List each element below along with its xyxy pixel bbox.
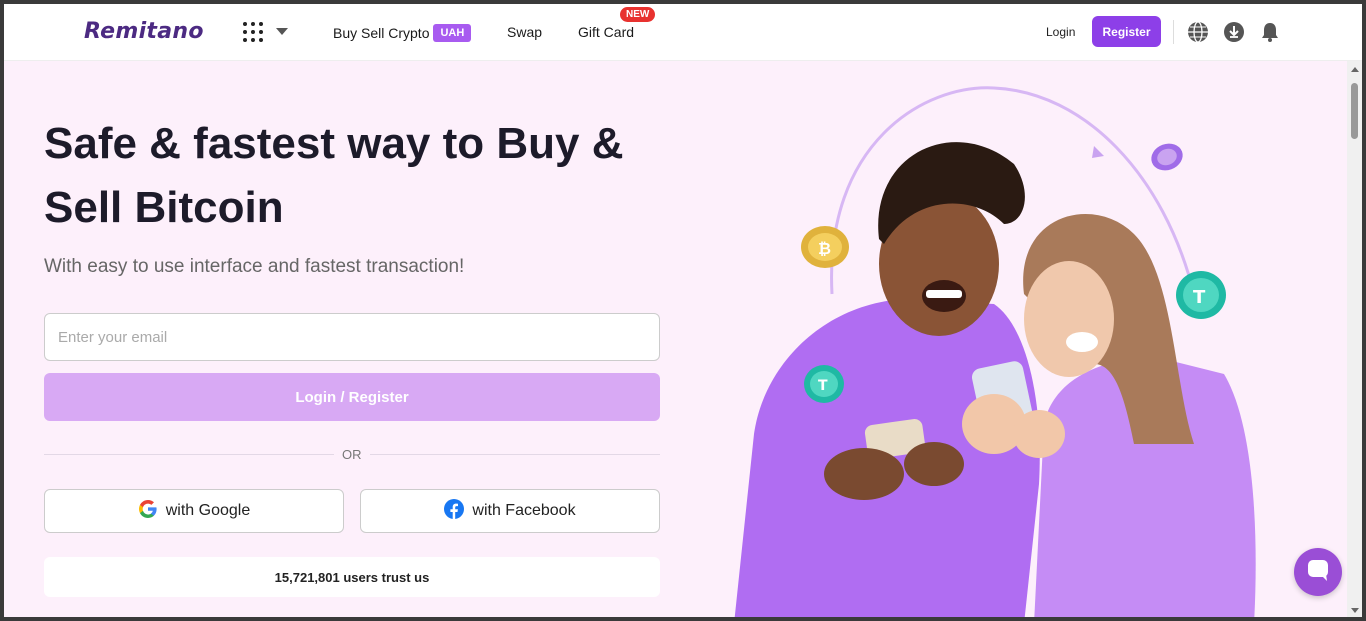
svg-text:T: T [818,378,828,394]
remitano-logo[interactable]: Remitano [84,16,204,46]
download-icon[interactable] [1223,21,1245,43]
or-label: OR [342,447,362,462]
hero-illustration: ₿ T T [694,64,1334,617]
login-link[interactable]: Login [1046,25,1075,39]
facebook-button-label: with Facebook [472,502,576,519]
new-badge: NEW [620,7,656,22]
google-icon [138,499,158,524]
nav-buy-sell-crypto[interactable]: Buy Sell Crypto UAH [333,24,472,42]
google-login-button[interactable]: with Google [44,489,344,533]
globe-icon[interactable] [1187,21,1209,43]
nav-gift-card[interactable]: Gift Card [578,24,634,40]
email-input[interactable] [44,313,660,361]
svg-text:₿: ₿ [818,239,831,258]
chat-support-button[interactable] [1294,548,1342,596]
scroll-thumb[interactable] [1351,83,1358,139]
currency-badge: UAH [433,24,472,42]
browser-viewport: Remitano Buy Sell Crypto UAH Swap Gift C… [4,4,1362,617]
header-divider [1173,20,1174,44]
scroll-up-arrow-icon[interactable] [1351,67,1359,72]
bell-icon[interactable] [1259,21,1281,43]
nav-swap[interactable]: Swap [507,24,542,40]
chevron-down-icon[interactable] [276,28,288,35]
hero-title: Safe & fastest way to Buy & Sell Bitcoin [44,119,624,232]
nav-buy-sell-label: Buy Sell Crypto [333,25,430,41]
or-divider-right [370,454,660,455]
users-trust-banner: 15,721,801 users trust us [44,557,660,597]
facebook-icon [444,498,465,524]
chat-icon [1305,557,1331,588]
apps-grid-icon[interactable] [243,22,263,42]
top-nav-bar: Remitano Buy Sell Crypto UAH Swap Gift C… [4,4,1362,61]
facebook-login-button[interactable]: with Facebook [360,489,660,533]
login-register-button[interactable]: Login / Register [44,373,660,421]
scroll-down-arrow-icon[interactable] [1351,608,1359,613]
google-button-label: with Google [165,502,251,519]
or-divider-left [44,454,334,455]
hero-subtitle: With easy to use interface and fastest t… [44,256,465,277]
vertical-scrollbar[interactable] [1347,61,1362,617]
logo-text: Remitano [84,18,204,44]
svg-text:T: T [1193,287,1206,308]
register-button[interactable]: Register [1092,16,1161,47]
